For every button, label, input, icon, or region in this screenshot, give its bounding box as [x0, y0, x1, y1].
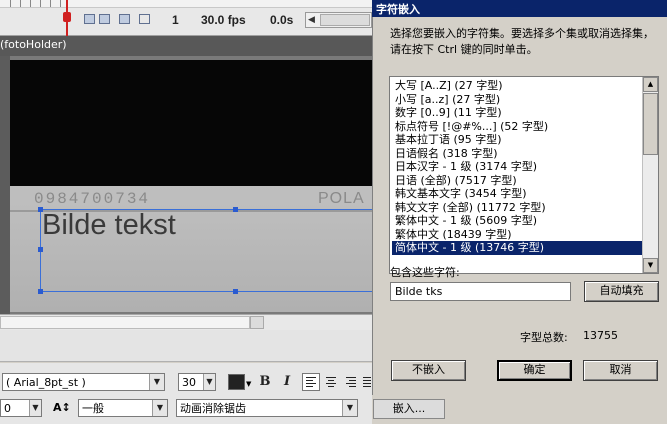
font-family-value: ( Arial_8pt_st ) [6, 376, 86, 389]
scrollbar-thumb[interactable] [643, 93, 658, 155]
charset-list-item[interactable]: 标点符号 [!@#%...] (52 字型) [392, 120, 642, 134]
playhead-marker-icon[interactable] [63, 12, 71, 22]
autofill-button[interactable]: 自动填充 [584, 281, 659, 302]
dialog-title-bar[interactable]: 字符嵌入 [372, 0, 667, 17]
frame-rate: 30.0 fps [201, 13, 246, 27]
charset-list[interactable]: 大写 [A..Z] (27 字型) 小写 [a..z] (27 字型) 数字 [0.… [389, 76, 659, 274]
chevron-down-icon[interactable]: ▼ [246, 380, 251, 388]
align-right-icon[interactable] [342, 373, 360, 391]
align-center-icon[interactable] [322, 373, 340, 391]
center-frame-icon[interactable] [84, 14, 95, 24]
panel-divider [0, 330, 372, 362]
font-size-value: 30 [182, 376, 196, 389]
ok-button[interactable]: 确定 [497, 360, 572, 381]
scroll-up-icon[interactable]: ▲ [643, 77, 658, 92]
charset-list-item[interactable]: 韩文基本文字 (3454 字型) [392, 187, 642, 201]
text-color-swatch[interactable] [228, 374, 245, 390]
chevron-down-icon[interactable]: ▼ [149, 374, 164, 390]
edit-multiple-frames-icon[interactable] [139, 14, 150, 24]
chevron-down-icon[interactable]: ▼ [203, 374, 215, 390]
charset-list-item[interactable]: 日语假名 (318 字型) [392, 147, 642, 161]
charset-list-item[interactable]: 日本汉字 - 1 级 (3174 字型) [392, 160, 642, 174]
dialog-title: 字符嵌入 [376, 3, 420, 16]
scrollbar-thumb[interactable] [250, 316, 264, 329]
resize-handle[interactable] [38, 247, 43, 252]
glyph-total-value: 13755 [583, 329, 618, 342]
align-justify-icon[interactable] [360, 373, 372, 391]
font-family-select[interactable]: ( Arial_8pt_st ) ▼ [2, 373, 165, 391]
photo-brand: POLA [318, 190, 365, 207]
charset-list-item[interactable]: 繁体中文 (18439 字型) [392, 228, 642, 242]
charset-list-item[interactable]: 基本拉丁语 (95 字型) [392, 133, 642, 147]
photo-dark-area [10, 60, 372, 186]
rendering-mode-value: 一般 [82, 402, 104, 415]
photo-number: 0984700734 [34, 190, 151, 208]
charset-list-item[interactable]: 日语 (全部) (7517 字型) [392, 174, 642, 188]
align-left-icon[interactable] [302, 373, 320, 391]
chevron-down-icon[interactable]: ▼ [152, 400, 167, 416]
onion-skin-outline-icon[interactable] [119, 14, 130, 24]
stage-edge [0, 56, 10, 314]
embed-button[interactable]: 嵌入... [373, 399, 445, 419]
font-size-select[interactable]: 30 ▼ [178, 373, 216, 391]
include-chars-label: 包含这些字符: [390, 266, 460, 279]
bold-button[interactable]: B [256, 373, 274, 391]
onion-skin-icon[interactable] [99, 14, 110, 24]
charset-list-item[interactable]: 小写 [a..z] (27 字型) [392, 93, 642, 107]
character-position-icon: A↕ [53, 401, 71, 414]
no-embed-button[interactable]: 不嵌入 [391, 360, 466, 381]
scrollbar-thumb[interactable] [320, 14, 370, 26]
resize-handle[interactable] [233, 207, 238, 212]
scroll-left-icon[interactable]: ◀ [308, 15, 315, 25]
charset-items: 大写 [A..Z] (27 字型) 小写 [a..z] (27 字型) 数字 [0.… [392, 79, 642, 255]
stage-text[interactable]: Bilde tekst [42, 209, 176, 242]
charset-list-item[interactable]: 大写 [A..Z] (27 字型) [392, 79, 642, 93]
charset-list-item[interactable]: 韩文文字 (全部) (11772 字型) [392, 201, 642, 215]
letter-spacing-field[interactable]: 0 ▼ [0, 399, 42, 417]
charset-list-item[interactable]: 简体中文 - 1 级 (13746 字型) [392, 241, 642, 255]
cancel-button[interactable]: 取消 [583, 360, 658, 381]
resize-handle[interactable] [233, 289, 238, 294]
stage-horizontal-scrollbar[interactable] [0, 314, 372, 330]
glyph-total-label: 字型总数: [520, 331, 568, 344]
dialog-instruction: 选择您要嵌入的字符集。要选择多个集或取消选择集，请在按下 Ctrl 键的同时单击… [390, 27, 654, 56]
italic-button[interactable]: I [278, 373, 296, 391]
scrollbar-track[interactable] [0, 316, 250, 329]
charset-list-scrollbar[interactable]: ▲ ▼ [642, 77, 658, 273]
timeline-scrollbar[interactable]: ◀ [305, 12, 372, 28]
resize-handle[interactable] [38, 289, 43, 294]
chevron-down-icon[interactable]: ▼ [342, 400, 357, 416]
timeline-ruler[interactable] [0, 0, 372, 8]
scroll-down-icon[interactable]: ▼ [643, 258, 658, 273]
include-chars-input[interactable]: Bilde tks [390, 282, 571, 301]
antialias-value: 动画消除锯齿 [180, 402, 246, 415]
document-tab[interactable]: (fotoHolder) [0, 38, 67, 51]
antialias-select[interactable]: 动画消除锯齿 ▼ [176, 399, 358, 417]
chevron-down-icon[interactable]: ▼ [29, 400, 41, 416]
charset-list-item[interactable]: 繁体中文 - 1 级 (5609 字型) [392, 214, 642, 228]
elapsed-time: 0.0s [270, 13, 294, 27]
charset-list-item[interactable]: 数字 [0..9] (11 字型) [392, 106, 642, 120]
letter-spacing-value: 0 [4, 402, 11, 415]
rendering-mode-select[interactable]: 一般 ▼ [78, 399, 168, 417]
current-frame: 1 [172, 13, 179, 27]
resize-handle[interactable] [38, 207, 43, 212]
